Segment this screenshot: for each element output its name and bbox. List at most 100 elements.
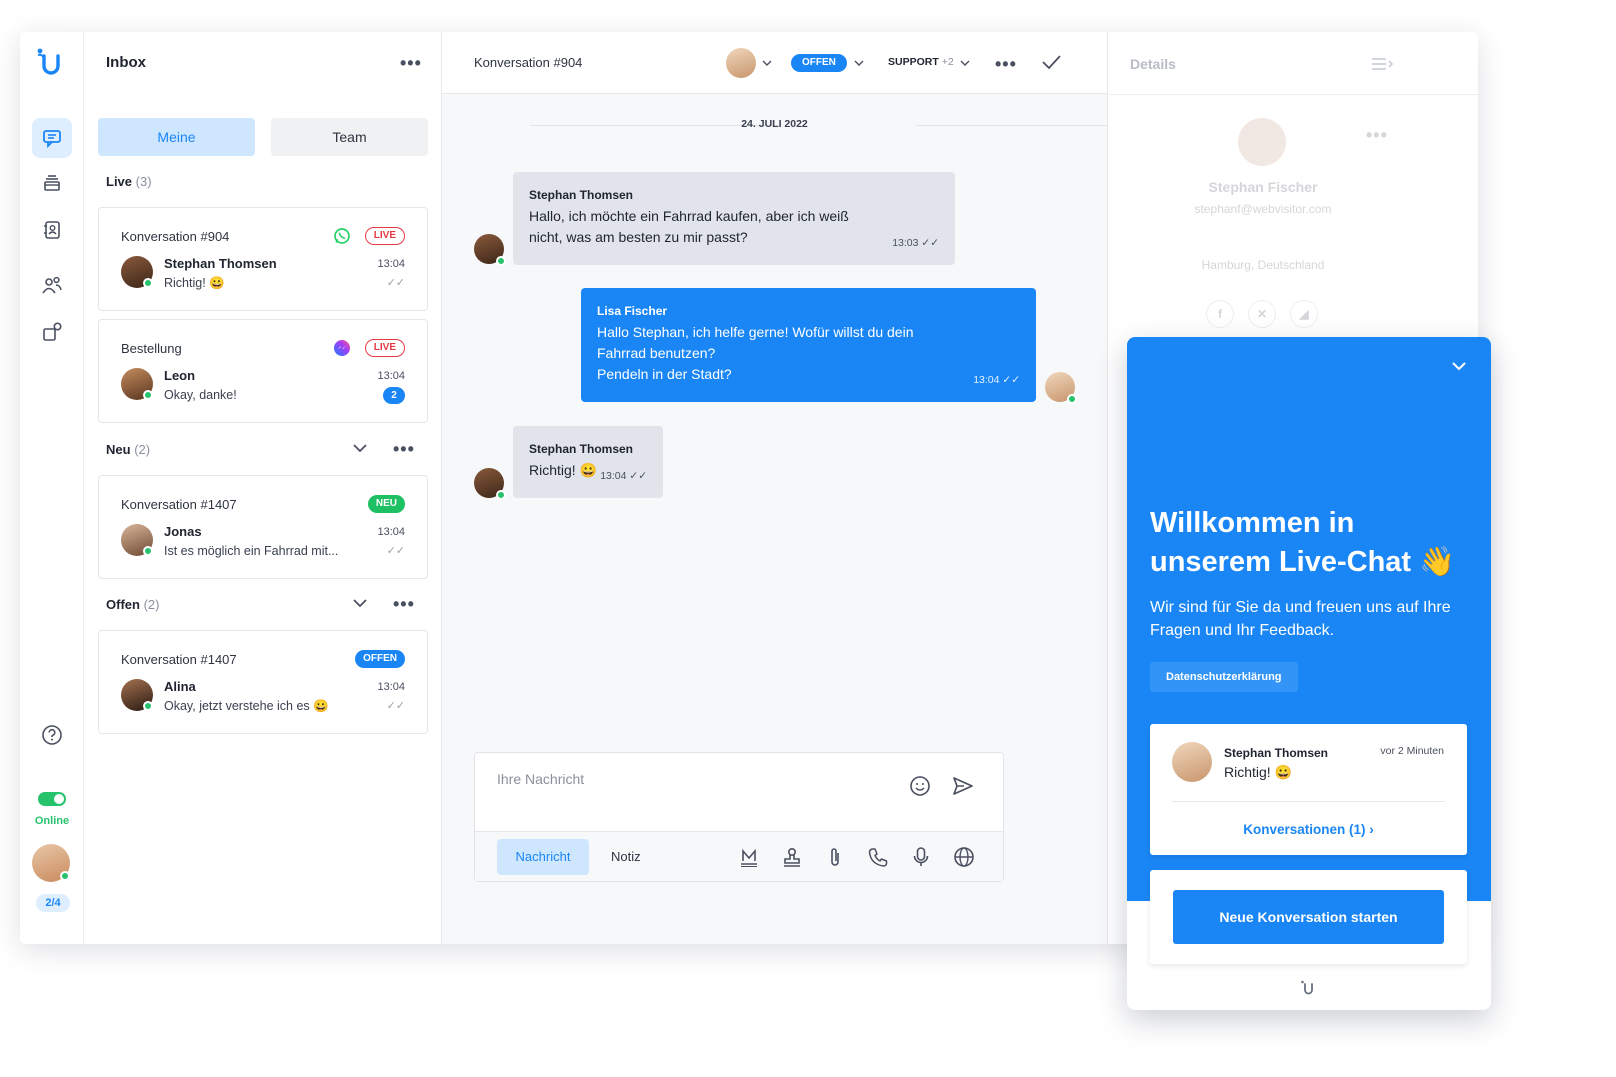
status-badge: LIVE: [364, 227, 405, 245]
conversation-card[interactable]: Konversation #1407 OFFEN Alina Okay, jet…: [98, 630, 428, 734]
send-icon[interactable]: [951, 775, 975, 797]
tab-note[interactable]: Notiz: [611, 839, 641, 875]
messenger-icon: [334, 340, 350, 356]
read-check-icon: ✓✓: [1002, 374, 1020, 386]
emoji-icon[interactable]: [909, 775, 931, 797]
conversation-card[interactable]: Bestellung LIVE Leon Okay, danke! 13:04 …: [98, 319, 428, 423]
online-dot: [1067, 394, 1077, 404]
phone-icon[interactable]: [866, 845, 890, 869]
read-check-icon: ✓✓: [386, 700, 405, 712]
message-author: Lisa Fischer: [597, 304, 668, 318]
conversation-more-icon[interactable]: •••: [995, 55, 1017, 73]
avatar: [1172, 742, 1212, 782]
contact-more-icon[interactable]: •••: [1366, 126, 1388, 144]
online-dot: [496, 256, 506, 266]
microphone-icon[interactable]: [909, 845, 933, 869]
new-conversation-button[interactable]: Neue Konversation starten: [1173, 890, 1444, 944]
new-conversation-card: Neue Konversation starten: [1150, 870, 1467, 964]
stamp-icon[interactable]: [780, 845, 804, 869]
section-live: Live (3): [106, 174, 152, 189]
contact-name: Leon: [164, 368, 196, 383]
message-time: 13:04: [377, 258, 405, 270]
chevron-down-icon[interactable]: [762, 59, 772, 67]
tab-team[interactable]: Team: [271, 118, 428, 156]
message-meta: 13:03 ✓✓: [892, 237, 939, 249]
message-author: Stephan Thomsen: [529, 442, 634, 456]
tab-message[interactable]: Nachricht: [497, 839, 589, 875]
message-time: 13:04: [377, 370, 405, 382]
resolve-check-icon[interactable]: [1040, 52, 1062, 72]
whatsapp-icon: [334, 228, 350, 244]
section-live-label: Live: [106, 174, 133, 189]
conversation-card[interactable]: Konversation #1407 NEU Jonas Ist es mögl…: [98, 475, 428, 579]
nav-team-icon[interactable]: [32, 265, 72, 305]
online-dot: [143, 390, 153, 400]
nav-rail: Online 2/4: [20, 32, 84, 944]
chat-header: Konversation #904 OFFEN SUPPORT +2 •••: [442, 32, 1107, 94]
collapse-panel-icon[interactable]: [1370, 57, 1394, 71]
team-extra: +2: [941, 56, 954, 68]
chevron-down-icon[interactable]: [352, 598, 368, 608]
details-title: Details: [1130, 56, 1176, 72]
team-label: SUPPORT: [888, 56, 939, 68]
message-bubble: Stephan Thomsen Richtig! 😀 13:04 ✓✓: [513, 426, 663, 498]
chevron-down-icon[interactable]: [854, 59, 864, 67]
section-live-count: (3): [135, 174, 152, 189]
message-text-line: Fahrrad benutzen?: [597, 345, 716, 361]
chevron-down-icon[interactable]: [352, 443, 368, 453]
message-bubble: Lisa Fischer Hallo Stephan, ich helfe ge…: [581, 288, 1036, 402]
nav-archive-icon[interactable]: [32, 163, 72, 203]
facebook-icon[interactable]: f: [1206, 300, 1234, 328]
online-toggle[interactable]: [38, 792, 66, 806]
message-composer: Ihre Nachricht Nachricht Notiz: [474, 752, 1004, 882]
chat-panel: Konversation #904 OFFEN SUPPORT +2 ••• 2…: [442, 32, 1107, 944]
help-icon[interactable]: [32, 715, 72, 755]
conversation-status-dropdown[interactable]: OFFEN: [791, 54, 847, 72]
conversation-title: Konversation #1407: [121, 652, 237, 667]
conversation-title: Konversation #904: [121, 229, 230, 244]
team-dropdown[interactable]: SUPPORT +2: [888, 56, 954, 68]
message-time: 13:03: [892, 237, 919, 249]
assignee-avatar[interactable]: [726, 48, 756, 78]
online-dot: [496, 490, 506, 500]
section-offen-label: Offen: [106, 597, 140, 612]
section-more-icon[interactable]: •••: [393, 440, 415, 458]
contact-name: Stephan Thomsen: [1224, 746, 1329, 760]
nav-integrations-icon[interactable]: [32, 312, 72, 352]
widget-subtitle: Wir sind für Sie da und freuen uns auf I…: [1150, 599, 1451, 639]
text-format-icon[interactable]: [737, 845, 761, 869]
nav-conversations-icon[interactable]: [32, 118, 72, 158]
chevron-down-icon[interactable]: [1451, 361, 1467, 371]
contact-name: Stephan Thomsen: [164, 256, 277, 271]
conversations-link[interactable]: Konversationen (1) ›: [1150, 822, 1467, 837]
contact-avatar: [1238, 118, 1286, 166]
card-divider: [1172, 801, 1445, 802]
message-preview: Richtig! 😀: [1224, 764, 1293, 780]
section-neu-count: (2): [134, 442, 151, 457]
last-conversation-card[interactable]: Stephan Thomsen vor 2 Minuten Richtig! 😀…: [1150, 724, 1467, 855]
twitter-icon[interactable]: ◢: [1290, 300, 1318, 328]
inbox-title: Inbox: [106, 54, 146, 71]
message-meta: 13:04 ✓✓: [973, 374, 1020, 386]
message-text-line: Hallo Stephan, ich helfe gerne! Wofür wi…: [597, 324, 914, 340]
globe-icon[interactable]: [952, 845, 976, 869]
conversation-card[interactable]: Konversation #904 LIVE Stephan Thomsen R…: [98, 207, 428, 311]
inbox-panel: Inbox ••• Meine Team Live (3) Konversati…: [84, 32, 442, 944]
read-check-icon: ✓✓: [921, 237, 939, 249]
widget-logo: [1301, 980, 1313, 995]
nav-contacts-icon[interactable]: [32, 210, 72, 250]
chat-widget: Willkommen in unserem Live-Chat 👋 Wir si…: [1127, 337, 1491, 1010]
message-time: 13:04: [600, 470, 627, 482]
section-offen: Offen (2): [106, 597, 159, 612]
message-input[interactable]: Ihre Nachricht: [497, 771, 584, 787]
attachment-icon[interactable]: [823, 845, 847, 869]
xing-icon[interactable]: ✕: [1248, 300, 1276, 328]
unread-count-badge: 2: [383, 387, 405, 404]
section-more-icon[interactable]: •••: [393, 595, 415, 613]
date-separator: 24. JULI 2022: [741, 118, 808, 130]
tab-mine[interactable]: Meine: [98, 118, 255, 156]
chevron-down-icon[interactable]: [960, 59, 970, 67]
privacy-button[interactable]: Datenschutzerklärung: [1150, 662, 1298, 692]
inbox-more-icon[interactable]: •••: [400, 54, 422, 72]
contact-name: Alina: [164, 679, 196, 694]
